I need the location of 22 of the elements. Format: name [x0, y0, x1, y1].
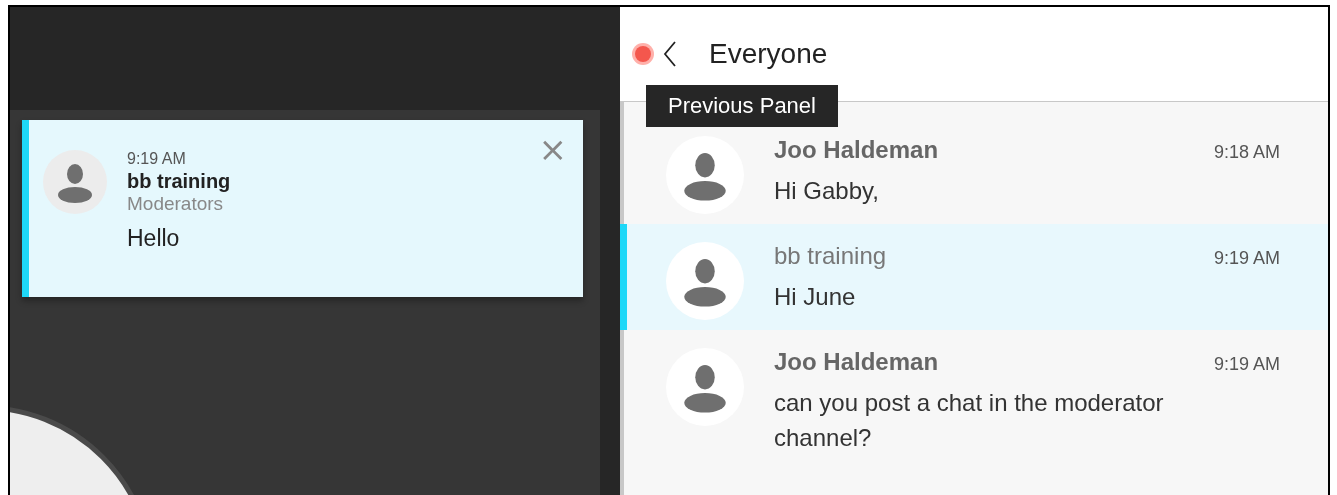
message-time: 9:19 AM	[1213, 354, 1280, 375]
tooltip: Previous Panel	[646, 85, 838, 127]
message-text: can you post a chat in the moderator channel?	[774, 388, 1165, 453]
avatar-icon	[666, 242, 744, 320]
record-dot-icon	[631, 42, 655, 66]
notification-sender: bb training	[127, 170, 231, 193]
panel-title: Everyone	[709, 38, 828, 70]
message-text: Hi Gabby,	[774, 176, 880, 206]
notification-time: 9:19 AM	[127, 150, 187, 168]
avatar-icon	[666, 348, 744, 426]
avatar-icon	[666, 136, 744, 214]
chat-message[interactable]: bb training 9:19 AM Hi June	[620, 224, 1328, 330]
sender-name: Joo Haldeman	[774, 348, 939, 376]
back-chevron-icon[interactable]	[663, 40, 677, 68]
message-time: 9:18 AM	[1213, 142, 1280, 163]
notification-channel: Moderators	[127, 193, 225, 215]
message-text: Hi June	[774, 282, 857, 312]
sender-name: bb training	[774, 242, 887, 270]
avatar-icon	[43, 150, 107, 214]
sender-name: Joo Haldeman	[774, 136, 939, 164]
message-time: 9:19 AM	[1213, 248, 1280, 269]
notification-message: Hello	[127, 225, 181, 252]
